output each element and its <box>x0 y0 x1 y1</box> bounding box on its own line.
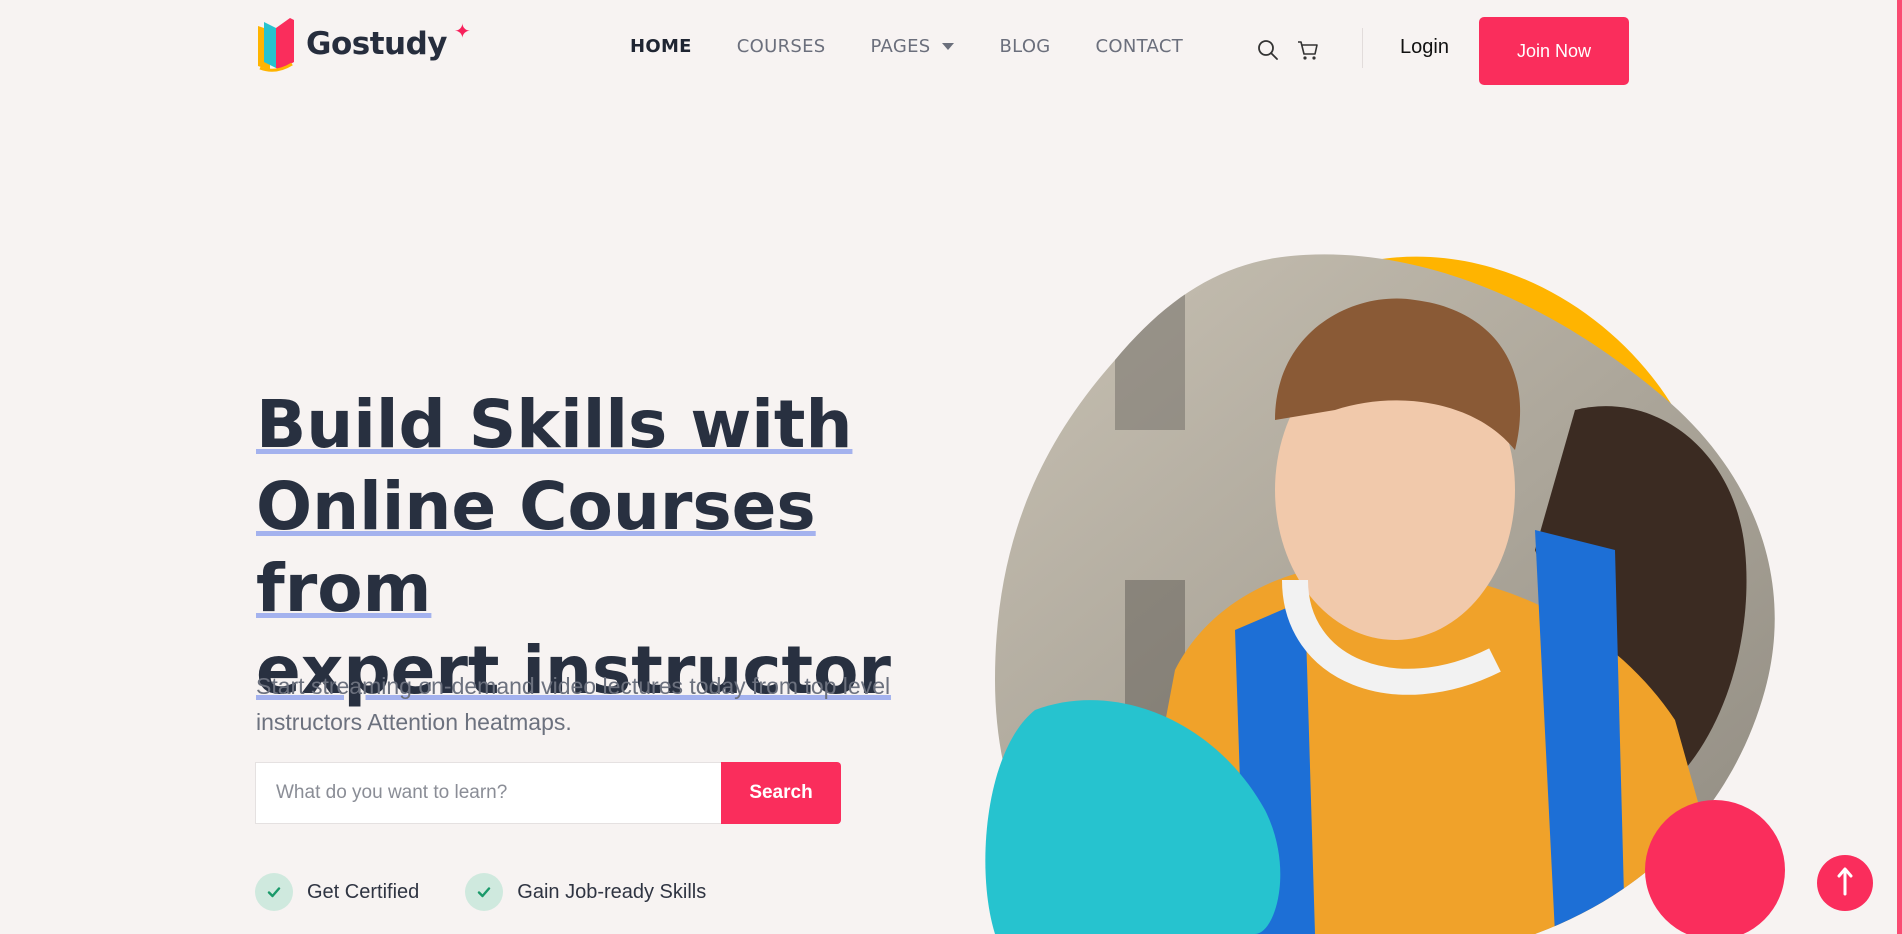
check-icon <box>465 873 504 911</box>
nav-home[interactable]: HOME <box>630 36 692 57</box>
search-icon[interactable] <box>1256 38 1280 62</box>
chevron-down-icon <box>942 43 955 50</box>
hero-title-line: Build Skills with <box>256 386 853 463</box>
hero-image <box>975 250 1795 934</box>
course-search-form: Search <box>255 762 841 824</box>
feature-label: Get Certified <box>307 880 420 903</box>
site-header: Gostudy ✦ HOME COURSES PAGES BLOG CONTAC… <box>0 0 1902 100</box>
main-nav: HOME COURSES PAGES BLOG CONTACT <box>630 36 1183 57</box>
scroll-to-top-button[interactable] <box>1817 855 1873 911</box>
brand-logo[interactable]: Gostudy ✦ <box>256 16 474 72</box>
feature-label: Gain Job-ready Skills <box>517 880 707 903</box>
brand-name: Gostudy <box>306 26 447 62</box>
nav-contact[interactable]: CONTACT <box>1096 36 1183 57</box>
nav-courses[interactable]: COURSES <box>737 36 826 57</box>
search-input[interactable] <box>255 762 721 824</box>
hero-title: Build Skills with Online Courses from ex… <box>256 384 976 712</box>
hero-title-line: Online Courses from <box>256 468 816 627</box>
pink-circle-shape <box>1645 800 1785 934</box>
hero-subtitle: Start streaming on-demand video lectures… <box>256 673 891 735</box>
arrow-up-icon <box>1834 866 1856 901</box>
brand-star-icon: ✦ <box>453 20 471 43</box>
feature-item: Get Certified <box>255 873 419 911</box>
join-now-button[interactable]: Join Now <box>1479 17 1629 85</box>
nav-pages[interactable]: PAGES <box>871 36 955 57</box>
page-edge-accent <box>1897 0 1902 934</box>
nav-blog[interactable]: BLOG <box>999 36 1050 57</box>
book-logo-icon <box>256 16 296 72</box>
search-button[interactable]: Search <box>721 762 841 824</box>
login-link[interactable]: Login <box>1400 36 1449 59</box>
cart-icon[interactable] <box>1296 38 1320 62</box>
feature-list: Get Certified Gain Job-ready Skills <box>255 873 706 911</box>
header-divider <box>1362 28 1363 68</box>
check-icon <box>255 873 293 911</box>
feature-item: Gain Job-ready Skills <box>465 873 706 911</box>
nav-pages-label: PAGES <box>870 36 931 57</box>
